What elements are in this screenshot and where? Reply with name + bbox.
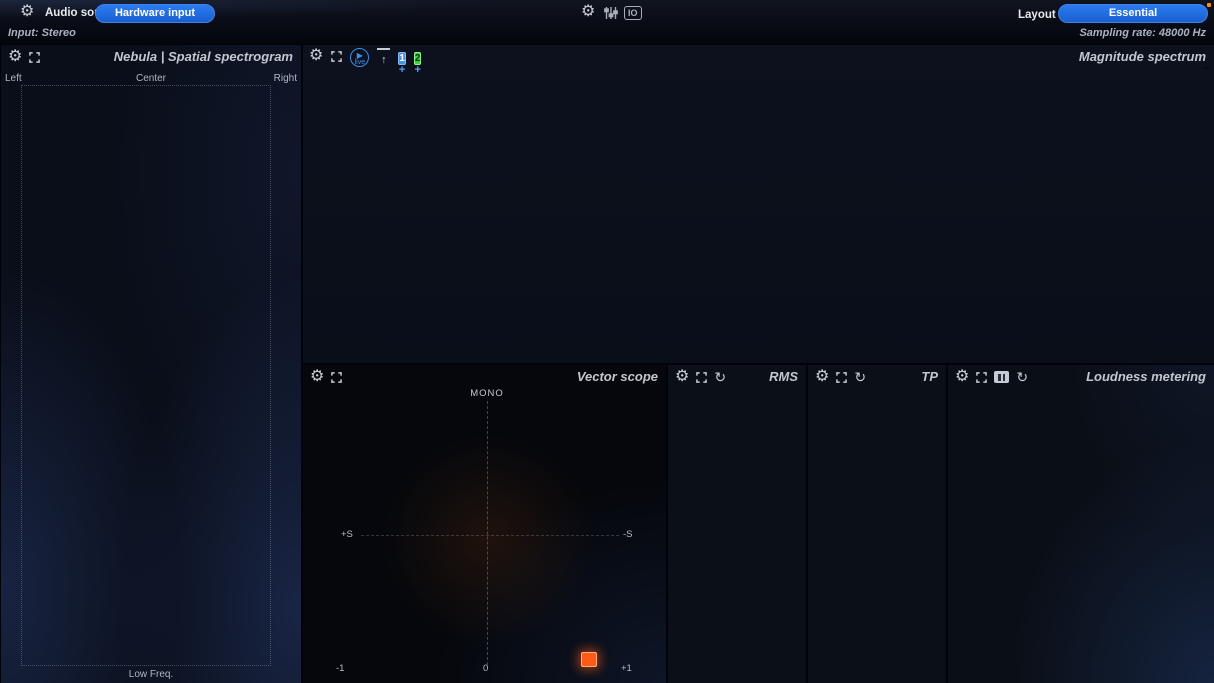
nebula-fullscreen-icon[interactable] bbox=[29, 52, 40, 63]
scope-plus1-label: +1 bbox=[621, 663, 632, 674]
audio-source-gear-icon[interactable]: ⚙ bbox=[20, 4, 34, 20]
peak-hold-icon[interactable]: ↑ bbox=[377, 48, 390, 68]
spectrum-cursor-readout bbox=[1202, 67, 1210, 69]
nebula-right-label: Right bbox=[274, 73, 297, 84]
live-play-button[interactable]: ▶live bbox=[350, 48, 369, 67]
scope-stereo-axis bbox=[361, 535, 619, 536]
loudness-header: ⚙ ↻ Loudness metering bbox=[948, 365, 1214, 387]
loudness-title: Loudness metering bbox=[1086, 369, 1206, 384]
spectrum-settings-gear-icon[interactable]: ⚙ bbox=[309, 48, 323, 64]
spectrum-toolbar: ⚙ ▶live ↑ 1 + 2 + bbox=[309, 48, 421, 75]
nebula-lowfreq-label: Low Freq. bbox=[1, 669, 301, 680]
essential-layout-button[interactable]: Essential bbox=[1058, 4, 1208, 23]
rms-fullscreen-icon[interactable] bbox=[696, 372, 707, 383]
spectrum-fullscreen-icon[interactable] bbox=[331, 51, 342, 62]
curve-2-control[interactable]: 2 + bbox=[414, 48, 422, 75]
rms-title: RMS bbox=[769, 369, 798, 384]
notification-dot bbox=[1207, 3, 1211, 7]
scope-settings-gear-icon[interactable]: ⚙ bbox=[310, 369, 324, 385]
nebula-center-label: Center bbox=[1, 73, 301, 84]
scope-fullscreen-icon[interactable] bbox=[331, 372, 342, 383]
scope-header: ⚙ Vector scope bbox=[303, 365, 666, 387]
nebula-canvas bbox=[22, 86, 270, 665]
spectrum-title: Magnitude spectrum bbox=[1079, 49, 1206, 64]
scope-neg1-label: -1 bbox=[336, 663, 344, 674]
scope-plus-s-label: +S bbox=[341, 529, 353, 540]
curve-1-add-icon[interactable]: + bbox=[398, 66, 406, 75]
scope-canvas[interactable] bbox=[303, 399, 666, 679]
settings-gear-icon[interactable]: ⚙ bbox=[581, 4, 595, 20]
nebula-channel-labels: Left Center Right bbox=[1, 73, 301, 85]
top-bar: ⚙ Audio source Hardware input Input: Ste… bbox=[0, 0, 1214, 44]
nebula-title: Nebula | Spatial spectrogram bbox=[114, 49, 293, 64]
scope-minus-s-label: -S bbox=[623, 529, 633, 540]
curve-1-control[interactable]: 1 + bbox=[398, 48, 406, 75]
tp-settings-gear-icon[interactable]: ⚙ bbox=[815, 369, 829, 385]
nebula-plot-area[interactable] bbox=[21, 85, 271, 666]
analyzer-window: ⚙ Audio source Hardware input Input: Ste… bbox=[0, 0, 1214, 683]
rms-settings-gear-icon[interactable]: ⚙ bbox=[675, 369, 689, 385]
scope-title: Vector scope bbox=[577, 369, 658, 384]
io-routing-icon[interactable]: IO bbox=[624, 6, 642, 20]
magnitude-spectrum-panel: ⚙ ▶live ↑ 1 + 2 + Magnitude spectrum bbox=[303, 45, 1214, 363]
curve-2-add-icon[interactable]: + bbox=[414, 66, 422, 75]
scope-mono-label: MONO bbox=[303, 388, 666, 399]
layout-label: Layout bbox=[1018, 9, 1056, 21]
tp-title: TP bbox=[921, 369, 938, 384]
rms-header: ⚙ ↻ RMS bbox=[668, 365, 806, 387]
loudness-reset-icon[interactable]: ↻ bbox=[1016, 370, 1028, 384]
sampling-rate-label: Sampling rate: 48000 Hz bbox=[1079, 27, 1206, 39]
mixer-sliders-icon[interactable] bbox=[604, 6, 618, 20]
rms-meter-panel: ⚙ ↻ RMS bbox=[668, 365, 806, 683]
nebula-settings-gear-icon[interactable]: ⚙ bbox=[8, 49, 22, 65]
spectrum-chart[interactable] bbox=[303, 45, 1214, 363]
hardware-input-button[interactable]: Hardware input bbox=[95, 4, 215, 23]
loudness-pause-button[interactable] bbox=[994, 371, 1009, 383]
scope-zero-label: 0 bbox=[483, 663, 488, 674]
input-stereo-label: Input: Stereo bbox=[8, 27, 76, 39]
rms-reset-icon[interactable]: ↻ bbox=[714, 370, 726, 384]
nebula-spatial-spectrogram-panel: ⚙ Nebula | Spatial spectrogram Left Cent… bbox=[1, 45, 301, 683]
tp-reset-icon[interactable]: ↻ bbox=[854, 370, 866, 384]
scope-center-axis bbox=[487, 401, 488, 665]
tp-meter-panel: ⚙ ↻ TP bbox=[808, 365, 946, 683]
vector-scope-panel: ⚙ Vector scope MONO +S -S -1 0 +1 bbox=[303, 365, 666, 683]
loudness-metering-panel: ⚙ ↻ Loudness metering bbox=[948, 365, 1214, 683]
loudness-fullscreen-icon[interactable] bbox=[976, 372, 987, 383]
nebula-header: ⚙ Nebula | Spatial spectrogram bbox=[1, 45, 301, 67]
loudness-settings-gear-icon[interactable]: ⚙ bbox=[955, 369, 969, 385]
tp-fullscreen-icon[interactable] bbox=[836, 372, 847, 383]
tp-header: ⚙ ↻ TP bbox=[808, 365, 946, 387]
scope-correlation-marker bbox=[581, 652, 597, 667]
